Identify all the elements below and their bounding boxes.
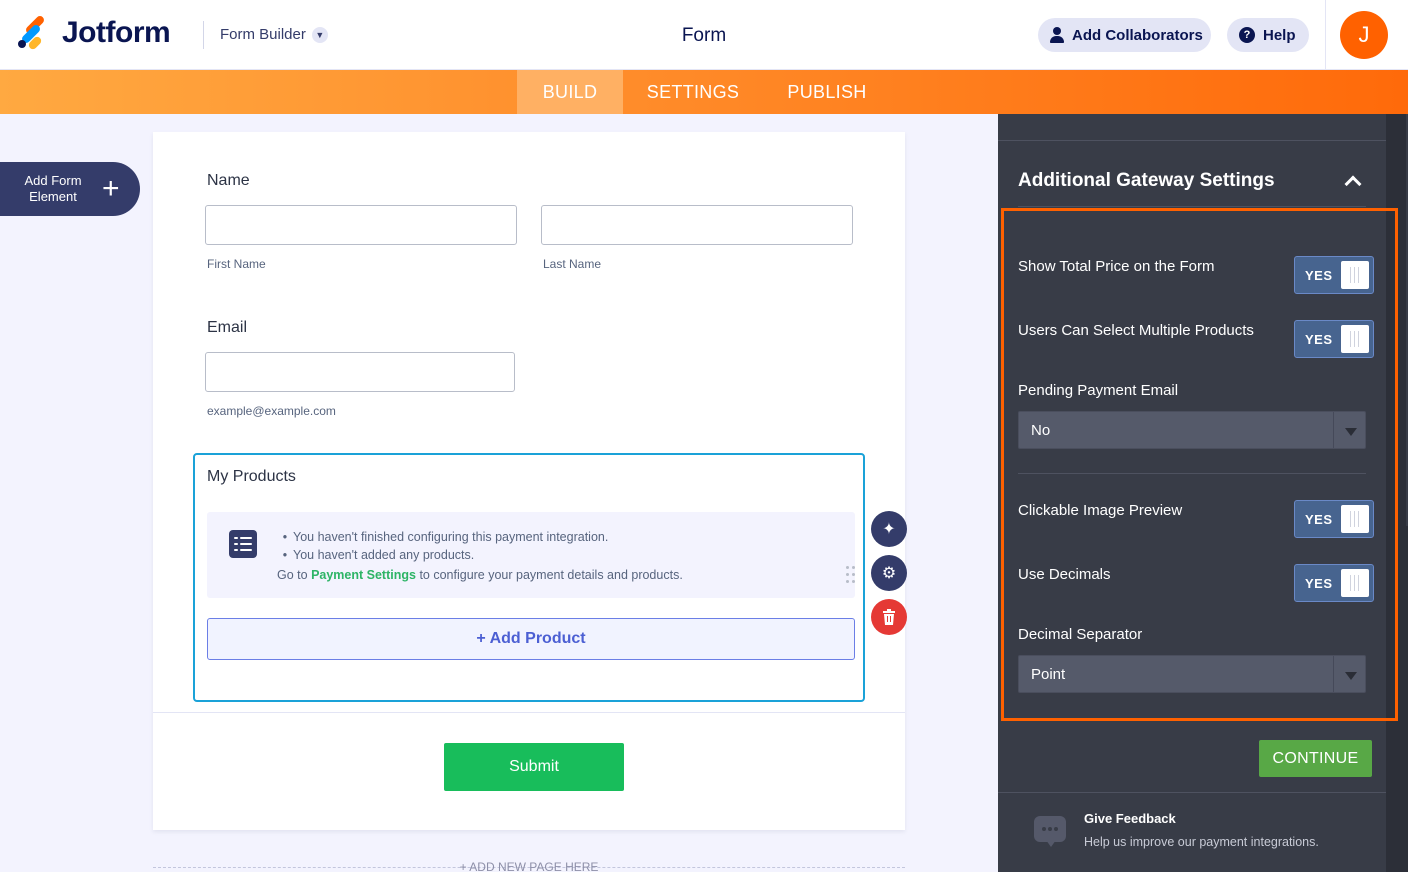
notice-instructions: Go to Payment Settings to configure your… xyxy=(277,568,683,582)
panel-scrollbar-thumb[interactable] xyxy=(1388,526,1408,872)
jotform-logo-icon xyxy=(16,14,48,51)
my-products-label: My Products xyxy=(207,468,296,485)
add-form-element-label: Add Form Element xyxy=(24,173,82,204)
last-name-sublabel: Last Name xyxy=(543,257,602,271)
email-field[interactable] xyxy=(205,352,515,392)
logo-text: Jotform xyxy=(62,16,171,49)
pending-payment-email-label: Pending Payment Email xyxy=(1018,382,1179,399)
decimal-separator-label: Decimal Separator xyxy=(1018,626,1143,643)
email-label: Email xyxy=(207,319,248,336)
multiple-products-label: Users Can Select Multiple Products xyxy=(1018,322,1254,339)
panel-divider xyxy=(998,792,1386,793)
checklist-icon xyxy=(229,530,257,558)
panel-divider xyxy=(998,140,1386,141)
panel-divider xyxy=(1018,473,1366,474)
feedback-subtitle: Help us improve our payment integrations… xyxy=(1084,835,1319,849)
list-item: • You haven't finished configuring this p… xyxy=(282,530,609,544)
name-label: Name xyxy=(207,172,250,189)
avatar-divider xyxy=(1325,0,1326,70)
panel-title: Additional Gateway Settings xyxy=(1018,170,1275,191)
use-decimals-label: Use Decimals xyxy=(1018,566,1111,583)
add-new-page-link[interactable]: + ADD NEW PAGE HERE xyxy=(153,860,905,872)
add-collaborators-button[interactable]: Add Collaborators xyxy=(1038,18,1211,52)
delete-field-button[interactable] xyxy=(871,599,907,635)
field-settings-button[interactable]: ⚙ xyxy=(871,555,907,591)
pending-payment-email-select[interactable]: No xyxy=(1018,411,1366,449)
clickable-image-preview-toggle[interactable]: YES xyxy=(1294,500,1374,538)
list-item: • You haven't added any products. xyxy=(282,548,475,562)
form-divider xyxy=(153,712,905,713)
jotform-logo[interactable]: Jotform xyxy=(16,14,171,51)
question-icon: ? xyxy=(1239,27,1255,43)
add-product-button[interactable]: + Add Product xyxy=(207,618,855,660)
email-sublabel: example@example.com xyxy=(207,404,336,418)
form-builder-label: Form Builder xyxy=(220,26,306,43)
user-icon xyxy=(1050,27,1064,43)
magic-wand-icon: ✦ xyxy=(882,521,896,538)
continue-button[interactable]: CONTINUE xyxy=(1259,740,1372,777)
dropdown-arrow-icon xyxy=(1345,428,1357,436)
help-button[interactable]: ? Help xyxy=(1227,18,1309,52)
tab-publish[interactable]: PUBLISH xyxy=(776,70,878,114)
tab-build[interactable]: BUILD xyxy=(517,70,623,114)
clickable-image-preview-label: Clickable Image Preview xyxy=(1018,502,1183,519)
show-total-price-label: Show Total Price on the Form xyxy=(1018,258,1215,275)
add-form-element-button[interactable]: Add Form Element + xyxy=(0,162,140,216)
my-products-field[interactable]: My Products • You haven't finished config… xyxy=(193,453,865,702)
panel-divider xyxy=(1018,206,1366,207)
notice-list: • You haven't finished configuring this p… xyxy=(277,528,609,564)
header-divider xyxy=(203,21,204,49)
submit-button[interactable]: Submit xyxy=(444,743,624,791)
last-name-input[interactable] xyxy=(541,205,853,245)
give-feedback-link[interactable]: Give Feedback xyxy=(1084,811,1176,826)
multiple-products-toggle[interactable]: YES xyxy=(1294,320,1374,358)
decimal-separator-select[interactable]: Point xyxy=(1018,655,1366,693)
gear-icon: ⚙ xyxy=(881,565,897,582)
form-builder-menu[interactable]: Form Builder ▼ xyxy=(220,26,328,43)
payment-settings-link[interactable]: Payment Settings xyxy=(311,568,416,582)
use-decimals-toggle[interactable]: YES xyxy=(1294,564,1374,602)
feedback-chat-icon xyxy=(1034,816,1066,847)
first-name-sublabel: First Name xyxy=(207,257,266,271)
add-collaborators-label: Add Collaborators xyxy=(1072,26,1203,44)
drag-handle[interactable] xyxy=(846,566,856,586)
top-bar: Jotform Form Builder ▼ Form Add Collabor… xyxy=(0,0,1408,70)
dropdown-arrow-icon xyxy=(1345,672,1357,680)
chevron-down-icon: ▼ xyxy=(311,26,328,43)
magic-wand-button[interactable]: ✦ xyxy=(871,511,907,547)
builder-nav: BUILD SETTINGS PUBLISH xyxy=(0,70,1408,114)
payment-notice: • You haven't finished configuring this p… xyxy=(207,512,855,598)
trash-icon xyxy=(883,609,895,625)
tab-settings[interactable]: SETTINGS xyxy=(636,70,750,114)
first-name-input[interactable] xyxy=(205,205,517,245)
show-total-price-toggle[interactable]: YES xyxy=(1294,256,1374,294)
collapse-caret-icon[interactable] xyxy=(1344,172,1362,190)
avatar[interactable]: J xyxy=(1340,11,1388,59)
payment-settings-panel: Additional Gateway Settings Show Total P… xyxy=(998,114,1408,872)
plus-icon: + xyxy=(102,172,120,205)
help-label: Help xyxy=(1263,26,1296,44)
